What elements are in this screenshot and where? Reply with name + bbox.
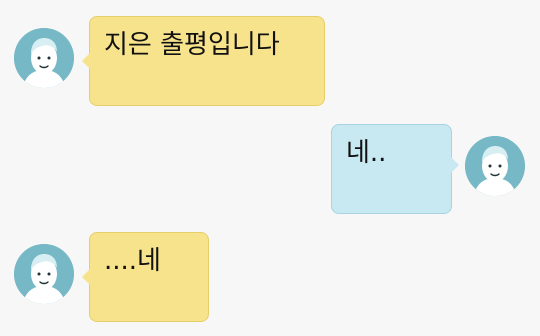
outgoing-message-bubble[interactable]: 네.. (331, 124, 459, 214)
bubble-tail (451, 157, 459, 173)
message-text: ....네 (104, 246, 161, 276)
message-text: 지은 출평입니다 (104, 30, 280, 60)
bubble-tail (82, 53, 90, 69)
user-avatar-icon (14, 244, 74, 304)
incoming-message-bubble[interactable]: 지은 출평입니다 (82, 16, 325, 106)
message-text: 네.. (346, 138, 387, 168)
bubble-tail (82, 269, 90, 285)
avatar[interactable] (14, 28, 74, 88)
user-avatar-icon (14, 28, 74, 88)
user-avatar-icon (465, 136, 525, 196)
avatar[interactable] (465, 136, 525, 196)
incoming-message-bubble[interactable]: ....네 (82, 232, 209, 322)
avatar[interactable] (14, 244, 74, 304)
